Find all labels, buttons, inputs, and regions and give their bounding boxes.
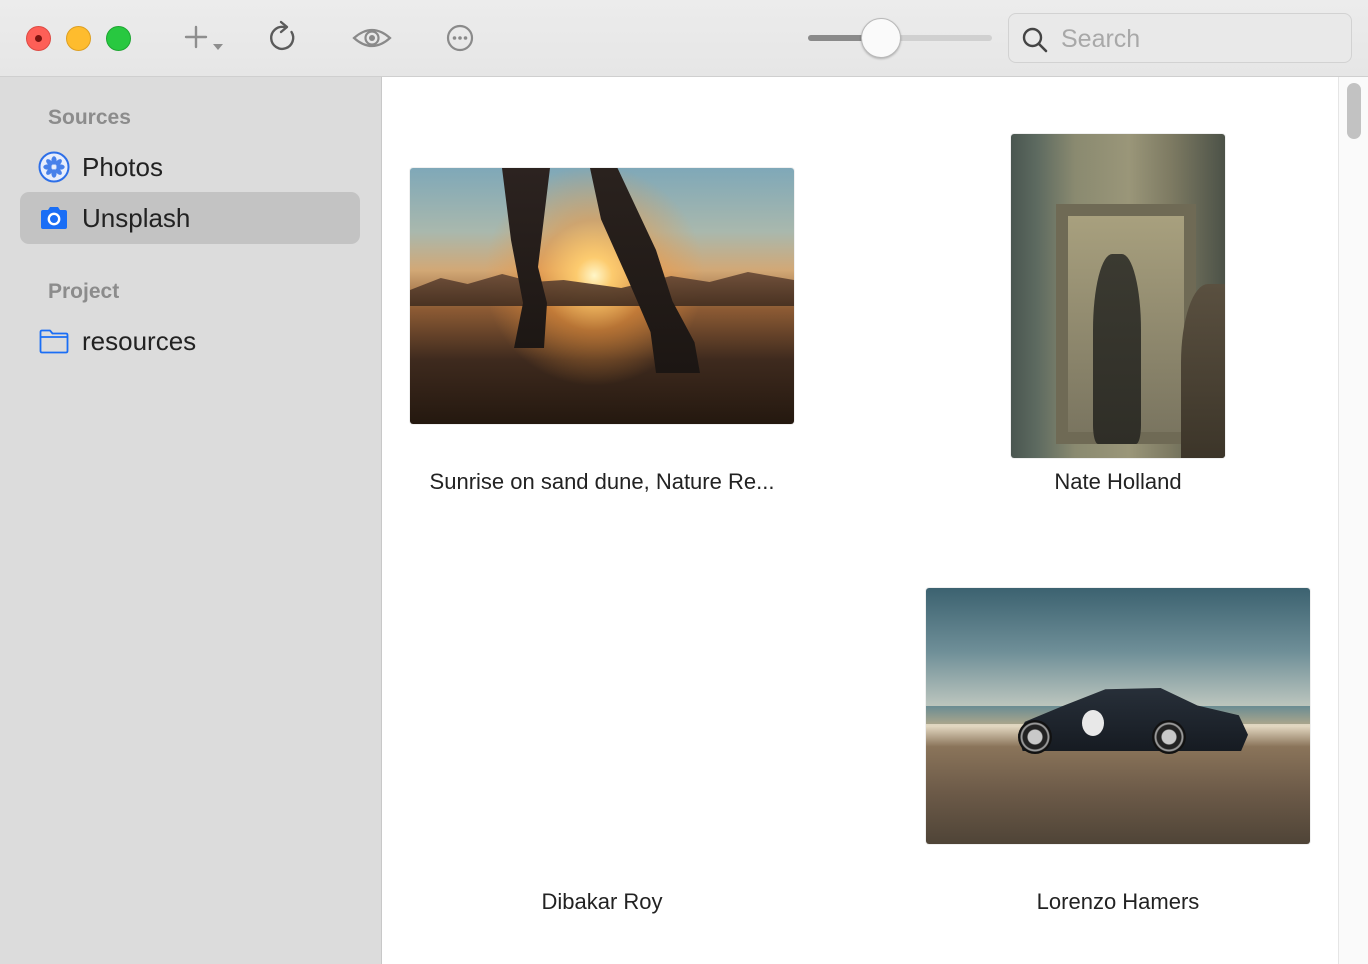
photos-icon bbox=[38, 151, 70, 183]
sidebar-item-photos[interactable]: Photos bbox=[20, 141, 360, 193]
mirror-portrait-photo bbox=[1011, 134, 1225, 458]
grid-item-caption: Lorenzo Hamers bbox=[1036, 889, 1200, 914]
grid-item-nate-holland[interactable]: Nate Holland bbox=[897, 77, 1337, 517]
preview-button[interactable] bbox=[350, 18, 394, 58]
grid-item-dibakar-roy[interactable]: Dibakar Roy bbox=[383, 537, 823, 937]
grid-item-lorenzo-hamers[interactable]: Lorenzo Hamers bbox=[897, 537, 1337, 937]
scrollbar-thumb[interactable] bbox=[1347, 83, 1361, 139]
grid-item-sunrise[interactable]: Sunrise on sand dune, Nature Re... bbox=[383, 77, 823, 517]
sidebar-section-project: Project bbox=[48, 280, 120, 303]
sidebar-section-sources: Sources bbox=[48, 106, 131, 129]
grid-item-caption: Nate Holland bbox=[1054, 469, 1182, 494]
grid-item-caption: Sunrise on sand dune, Nature Re... bbox=[429, 469, 775, 494]
eye-icon bbox=[352, 28, 392, 48]
refresh-icon bbox=[269, 20, 295, 51]
photo-grid: Sunrise on sand dune, Nature Re... Nate … bbox=[383, 77, 1338, 964]
close-window-button[interactable] bbox=[26, 26, 51, 51]
add-button[interactable] bbox=[180, 18, 230, 58]
sidebar-item-resources[interactable]: resources bbox=[20, 315, 360, 367]
sidebar-item-label: Photos bbox=[82, 151, 163, 182]
vertical-scrollbar[interactable] bbox=[1338, 77, 1368, 964]
search-input[interactable] bbox=[1061, 22, 1341, 56]
slider-knob[interactable] bbox=[861, 18, 902, 58]
zoom-window-button[interactable] bbox=[106, 26, 131, 51]
search-field[interactable] bbox=[1008, 13, 1352, 63]
sidebar-item-label: Unsplash bbox=[82, 202, 191, 233]
sidebar-item-label: resources bbox=[82, 325, 197, 356]
sidebar: Sources Photos Unsplash Project resource… bbox=[0, 77, 382, 964]
desert-sunrise-photo bbox=[410, 168, 794, 424]
refresh-button[interactable] bbox=[264, 18, 304, 58]
folder-icon bbox=[39, 329, 69, 354]
more-actions-button[interactable] bbox=[440, 18, 480, 58]
search-icon bbox=[1022, 27, 1048, 53]
sidebar-item-unsplash[interactable]: Unsplash bbox=[20, 192, 360, 244]
grid-item-caption: Dibakar Roy bbox=[541, 889, 663, 914]
thumbnail-size-slider[interactable] bbox=[808, 18, 992, 58]
plus-dropdown-icon bbox=[184, 25, 223, 50]
car-on-beach-photo bbox=[926, 588, 1310, 844]
toolbar bbox=[0, 0, 1368, 77]
minimize-window-button[interactable] bbox=[66, 26, 91, 51]
ellipsis-circle-icon bbox=[446, 24, 474, 52]
camera-icon bbox=[41, 207, 67, 229]
